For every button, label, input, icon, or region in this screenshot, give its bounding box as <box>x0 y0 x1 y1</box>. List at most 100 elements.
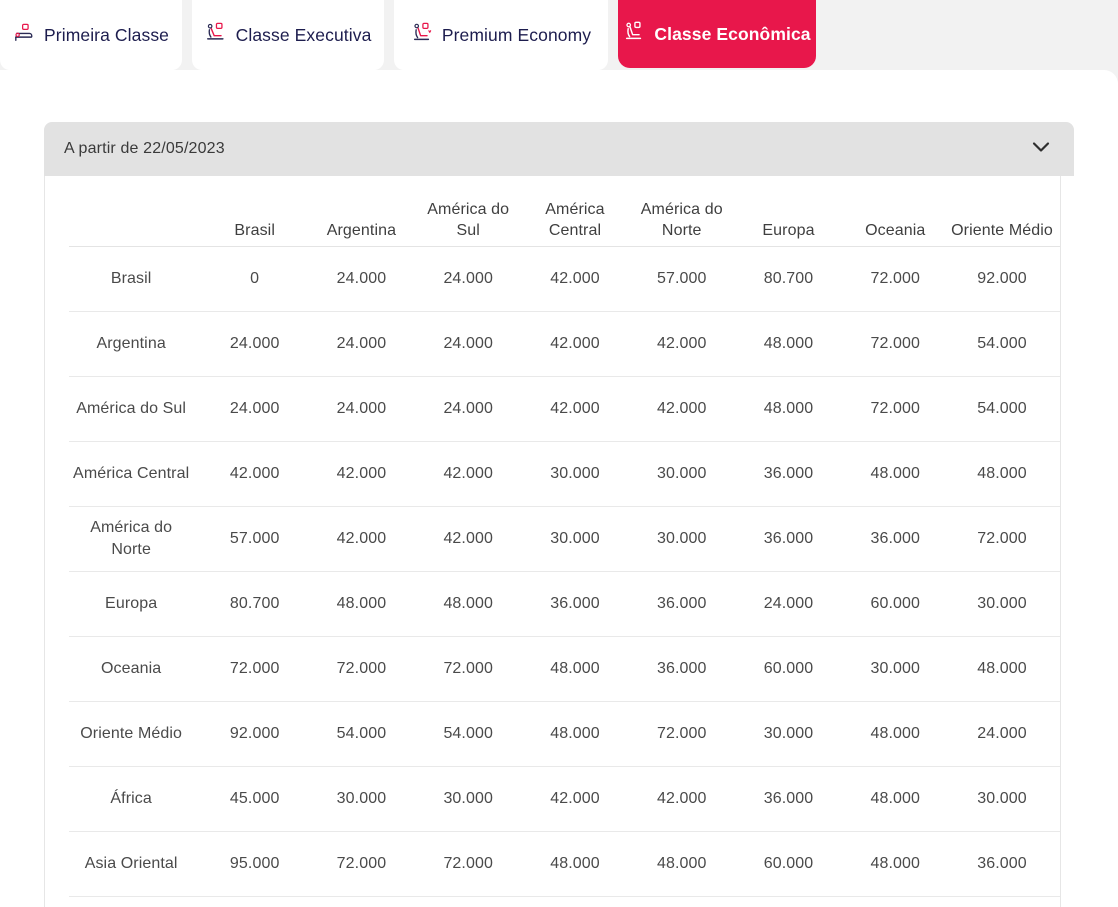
table-cell: 42.000 <box>415 442 522 507</box>
table-cell: 72.000 <box>628 702 735 767</box>
table-cell: 48.000 <box>735 312 842 377</box>
table-header-row: Brasil Argentina América do Sul América … <box>69 176 1061 247</box>
table-cell: 80.700 <box>201 572 308 637</box>
table-cell: 36.000 <box>628 572 735 637</box>
row-header: Oriente Médio <box>69 702 201 767</box>
table-row: Oriente Médio 92.000 54.000 54.000 48.00… <box>69 702 1061 767</box>
table-cell: 48.000 <box>842 442 949 507</box>
tab-label: Classe Econômica <box>654 24 810 45</box>
table-cell: 54.000 <box>415 702 522 767</box>
table-cell: 72.000 <box>201 637 308 702</box>
tab-label: Classe Executiva <box>236 25 372 46</box>
table-cell: 48.000 <box>522 832 629 897</box>
table-cell: 30.000 <box>1055 702 1061 767</box>
table-cell: 42.000 <box>308 442 415 507</box>
table-cell: 45.000 <box>1055 247 1061 312</box>
table-cell: 60.000 <box>735 832 842 897</box>
table-cell: 24.000 <box>308 377 415 442</box>
table-cell: 72.000 <box>308 637 415 702</box>
column-header: América do Norte <box>628 176 735 247</box>
table-cell: 30.000 <box>1055 312 1061 377</box>
tab-label: Primeira Classe <box>44 25 169 46</box>
table-cell: 24.000 <box>1055 767 1061 832</box>
table-cell: 42.000 <box>308 507 415 572</box>
table-cell: 48.000 <box>735 377 842 442</box>
table-cell: 42.000 <box>628 312 735 377</box>
table-cell: 24.000 <box>735 572 842 637</box>
table-row: Asia Oriental 95.000 72.000 72.000 48.00… <box>69 832 1061 897</box>
table-cell: 42.000 <box>1055 507 1061 572</box>
column-header: América Central <box>522 176 629 247</box>
tab-classe-executiva[interactable]: Classe Executiva <box>192 0 384 70</box>
tab-primeira-classe[interactable]: Primeira Classe <box>0 0 182 70</box>
table-cell: 30.000 <box>949 572 1056 637</box>
column-header: Brasil <box>201 176 308 247</box>
row-header: América Central <box>69 442 201 507</box>
table-cell: 30.000 <box>522 442 629 507</box>
table-cell: 72.000 <box>842 247 949 312</box>
table-row: América Central 42.000 42.000 42.000 30.… <box>69 442 1061 507</box>
table-cell: 95.000 <box>201 832 308 897</box>
table-cell: 24.000 <box>949 702 1056 767</box>
table-cell: 36.000 <box>522 572 629 637</box>
table-cell: 60.000 <box>842 572 949 637</box>
table-cell: 24.000 <box>415 247 522 312</box>
table-cell: 48.000 <box>415 572 522 637</box>
table-cell: 30.000 <box>949 767 1056 832</box>
row-header: América do Sul <box>69 377 201 442</box>
table-cell: 42.000 <box>201 442 308 507</box>
table-cell: 42.000 <box>628 377 735 442</box>
fare-period-accordion-header[interactable]: A partir de 22/05/2023 <box>44 122 1074 176</box>
table-cell: 0 <box>201 247 308 312</box>
tab-premium-economy[interactable]: Premium Economy <box>394 0 608 70</box>
table-row: América do Sul 24.000 24.000 24.000 42.0… <box>69 377 1061 442</box>
table-cell: 48.000 <box>842 767 949 832</box>
first-class-seat-icon <box>13 23 35 48</box>
table-cell: 57.000 <box>628 247 735 312</box>
chevron-down-icon[interactable] <box>1032 140 1050 158</box>
table-row: Argentina 24.000 24.000 24.000 42.000 42… <box>69 312 1061 377</box>
table-cell: 72.000 <box>415 637 522 702</box>
table-cell: 54.000 <box>949 312 1056 377</box>
fare-table-scroll-container[interactable]: Brasil Argentina América do Sul América … <box>44 176 1061 907</box>
tab-classe-economica[interactable]: Classe Econômica <box>618 0 816 68</box>
column-header: Europa <box>735 176 842 247</box>
table-cell: 36.000 <box>842 507 949 572</box>
row-header: Argentina <box>69 312 201 377</box>
column-header: Argentina <box>308 176 415 247</box>
table-cell: 48.000 <box>842 702 949 767</box>
table-cell: 48.000 <box>842 832 949 897</box>
table-cell: 30.000 <box>522 507 629 572</box>
table-cell: 48.000 <box>522 637 629 702</box>
table-cell: 72.000 <box>842 312 949 377</box>
premium-economy-seat-icon <box>411 22 433 48</box>
column-header: América do Sul <box>415 176 522 247</box>
table-cell: 45.000 <box>201 767 308 832</box>
table-cell: 72.000 <box>415 832 522 897</box>
table-cell: 42.000 <box>522 312 629 377</box>
class-tab-bar: Primeira Classe Classe Executiva <box>0 0 1118 70</box>
table-cell: 24.000 <box>201 312 308 377</box>
table-cell: 80.700 <box>735 247 842 312</box>
row-header: África <box>69 767 201 832</box>
column-header: Oriente Médio <box>949 176 1056 247</box>
table-row: América do Norte 57.000 42.000 42.000 30… <box>69 507 1061 572</box>
table-cell: 36.000 <box>735 767 842 832</box>
table-cell: 57.000 <box>201 507 308 572</box>
table-cell: 36.000 <box>1055 572 1061 637</box>
table-cell: 42.000 <box>415 507 522 572</box>
table-row: Brasil 0 24.000 24.000 42.000 57.000 80.… <box>69 247 1061 312</box>
table-cell: 24.000 <box>201 377 308 442</box>
table-row: Europa 80.700 48.000 48.000 36.000 36.00… <box>69 572 1061 637</box>
table-cell: 48.000 <box>949 442 1056 507</box>
table-cell: 30.000 <box>735 702 842 767</box>
fare-matrix-table: Brasil Argentina América do Sul América … <box>69 176 1061 897</box>
accordion-title: A partir de 22/05/2023 <box>64 140 225 158</box>
table-cell: 36.000 <box>628 637 735 702</box>
business-class-seat-icon <box>205 22 227 48</box>
row-header: Oceania <box>69 637 201 702</box>
table-cell: 60.000 <box>735 637 842 702</box>
table-cell: 48.000 <box>949 637 1056 702</box>
table-row: África 45.000 30.000 30.000 42.000 42.00… <box>69 767 1061 832</box>
table-cell: 92.000 <box>949 247 1056 312</box>
